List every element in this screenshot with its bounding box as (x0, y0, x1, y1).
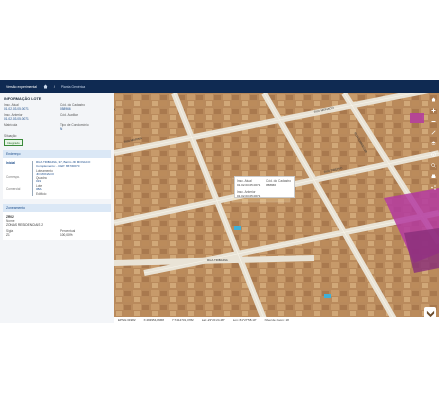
zoneamento-section-header[interactable]: Zoneamento (3, 203, 111, 212)
coordinates-bar: EPSG:31982 X:493954,8368 Y:7414731,3782 … (114, 317, 439, 323)
street-label: RUA TRIBAINA (207, 258, 228, 262)
home-icon[interactable] (430, 96, 436, 102)
satellite-map[interactable]: RUA MARINA RUA TIBÉRIO RUA TRIBAINA RUA … (114, 93, 439, 319)
zoneamento-name: ZONAS RESIDENCIAIS 2 (6, 222, 44, 227)
field-insc-atual: Insc. Atual 01.02.03.05.0071 (4, 103, 29, 111)
endereco-content: Inicial Correspo. Comercial RUA TRIBAINA… (6, 160, 108, 196)
lot-popup: Insc. Atual 01.02.03.05.0071 Cód. do Cada… (234, 176, 295, 198)
endereco-tabs: Inicial Correspo. Comercial (6, 161, 28, 196)
coord-lon: Lon:-51°27'58.10" (232, 318, 257, 322)
print-icon[interactable] (430, 173, 436, 179)
status-badge: Integrado (4, 139, 23, 146)
popup-field: Insc. Atual 01.02.03.05.0071 (237, 179, 261, 187)
search-icon[interactable] (430, 162, 436, 168)
coord-y: Y:7414731,3782 (171, 318, 194, 322)
field-matricula: Matrícula (4, 123, 18, 127)
coord-x: X:493954,8368 (143, 318, 164, 322)
map-imagery: RUA MARINA RUA TIBÉRIO RUA TRIBAINA RUA … (114, 93, 439, 319)
tab-comercial[interactable]: Comercial (6, 187, 28, 191)
tab-inicial[interactable]: Inicial (6, 161, 28, 165)
situation-label: Situação (4, 134, 17, 138)
zoneamento-sigla: Sigla Z1 (6, 228, 14, 237)
lot-info-panel: INFORMAÇÃO LOTE Insc. Atual 01.02.03.05.0… (0, 93, 114, 323)
edificio-label: Edifício (36, 191, 47, 196)
zoom-in-icon[interactable] (430, 107, 436, 113)
share-icon[interactable] (430, 184, 436, 190)
field-tipo-condominio: Tipo de Condomínio N (60, 123, 89, 131)
endereco-details: RUA TRIBAINA, 37, Bairro JD MONACO Compl… (32, 160, 108, 196)
breadcrumb[interactable]: Planta Genérica (61, 85, 85, 89)
collapse-arrow-icon[interactable]: ‹ (114, 107, 120, 113)
coord-epsg: EPSG:31982 (118, 318, 136, 322)
situation-block: Situação Integrado (0, 134, 114, 146)
endereco-address: RUA TRIBAINA, 37, Bairro JD MONACO Compl… (36, 160, 91, 168)
coord-lat: Lat:-23°21'24.48" (201, 318, 225, 322)
popup-field: Insc. Anterior 01.02.03.05.0071 (237, 189, 261, 198)
popup-field: Cód. do Cadastro 058966 (266, 179, 291, 187)
endereco-card: Inicial Correspo. Comercial RUA TRIBAINA… (3, 158, 111, 199)
field-cod-auxiliar: Cód. Auxiliar (60, 113, 78, 117)
brand-label[interactable]: Versão experimental (6, 85, 37, 89)
zoneamento-percent: Percentual 100,00% (60, 228, 76, 237)
measure-icon[interactable] (430, 129, 436, 135)
zoneamento-grid: Sigla Z1 Percentual 100,00% (6, 229, 108, 237)
home-icon[interactable] (43, 84, 48, 89)
map-toolbar (429, 96, 437, 190)
zoneamento-card: ZR02 Nome ZONAS RESIDENCIAIS 2 Sigla Z1 P… (3, 211, 111, 240)
info-icon[interactable] (430, 151, 436, 157)
top-navbar: Versão experimental / Planta Genérica (0, 80, 439, 93)
breadcrumb-separator: / (53, 84, 55, 89)
endereco-section-header[interactable]: Endereço (3, 150, 111, 158)
layers-icon[interactable] (430, 140, 436, 146)
lot-fields: Insc. Atual 01.02.03.05.0071 Cód. do Cada… (0, 103, 114, 131)
panel-title: INFORMAÇÃO LOTE (4, 97, 42, 101)
tab-correspondencia[interactable]: Correspo. (6, 175, 28, 179)
page-top-area (0, 0, 439, 80)
field-insc-anterior: Insc. Anterior 01.02.03.05.0071 (4, 113, 29, 121)
zoom-out-icon[interactable] (430, 118, 436, 124)
field-cod-cadastro: Cód. do Cadastro 058966 (60, 103, 85, 111)
zoom-level: Nível de zoom: 18 (264, 318, 289, 322)
